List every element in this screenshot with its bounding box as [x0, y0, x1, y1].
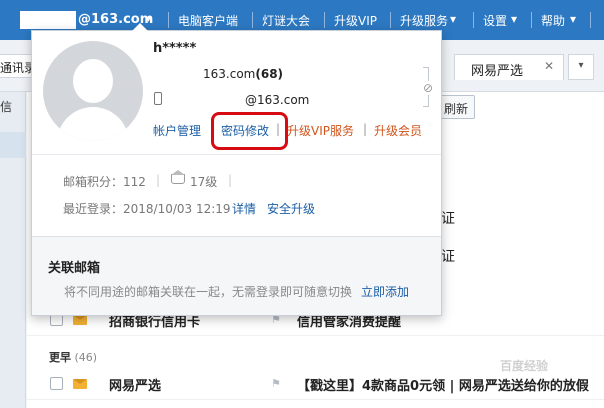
linked-mailbox-title: 关联邮箱 — [48, 261, 101, 276]
chevron-down-icon[interactable]: ▾ — [570, 12, 576, 26]
account-name-redaction — [20, 11, 76, 29]
divider — [590, 12, 591, 28]
divider: | — [228, 173, 233, 187]
row-checkbox[interactable] — [50, 377, 63, 390]
close-icon[interactable]: ✕ — [544, 59, 554, 73]
divider: | — [363, 122, 368, 136]
linked-mailbox-description: 将不同用途的邮箱关联在一起，无需登录即可随意切换 — [64, 285, 353, 299]
flag-icon[interactable]: ⚑ — [271, 377, 281, 390]
avatar-body — [57, 107, 129, 141]
upgrade-member-link[interactable]: 升级会员 — [374, 122, 422, 139]
account-manage-link[interactable]: 帐户管理 — [153, 122, 201, 139]
sidebar: 信 — [0, 92, 26, 408]
secondary-email: @163.com — [245, 93, 310, 107]
divider — [531, 12, 532, 28]
nav-settings[interactable]: 设置 — [483, 12, 507, 29]
nav-desktop-client[interactable]: 电脑客户端 — [178, 12, 238, 29]
nav-help[interactable]: 帮助 — [541, 12, 565, 29]
group-header-earlier: 更早 (46) — [49, 351, 98, 364]
divider: | — [156, 173, 161, 187]
divider — [32, 154, 441, 155]
sidebar-item-selected[interactable] — [0, 132, 26, 158]
username: h***** — [153, 41, 197, 56]
chevron-down-icon[interactable]: ▾ — [450, 12, 456, 26]
mail-subject-partial[interactable]: 证 — [441, 208, 455, 228]
primary-email: 163.com(68) — [203, 67, 284, 81]
nav-upgrade-vip[interactable]: 升级VIP — [334, 12, 377, 29]
nav-upgrade-service[interactable]: 升级服务 — [400, 12, 448, 29]
envelope-icon — [73, 379, 87, 389]
chevron-down-icon[interactable]: ▾ — [511, 12, 517, 26]
tab-contacts[interactable]: 通讯录 — [0, 54, 34, 78]
phone-icon — [154, 92, 162, 105]
sidebar-item-label[interactable]: 信 — [0, 98, 12, 115]
popup-caret — [132, 23, 148, 31]
mail-subject: 【戳这里】4款商品0元领 | 网易严选送给你的放假 — [297, 379, 589, 394]
details-link[interactable]: 详情 — [232, 200, 256, 217]
nav-lantern-riddles[interactable]: 灯谜大会 — [262, 12, 310, 29]
tab-label: 网易严选 — [471, 64, 524, 79]
crown-icon — [171, 170, 185, 184]
divider — [473, 12, 474, 28]
highlight-annotation — [211, 112, 288, 150]
watermark: 百度经验 — [500, 359, 549, 373]
last-login: 最近登录：2018/10/03 12:19 — [63, 202, 231, 216]
linked-mailbox-section: 关联邮箱 将不同用途的邮箱关联在一起，无需登录即可随意切换 立即添加 — [32, 236, 441, 315]
security-upgrade-link[interactable]: 安全升级 — [267, 200, 315, 217]
divider — [390, 12, 391, 28]
divider — [324, 12, 325, 28]
mailbox-score: 邮箱积分：112 — [63, 175, 146, 189]
level: 17级 — [190, 175, 218, 189]
email-redaction — [163, 66, 207, 82]
divider — [168, 12, 169, 28]
avatar[interactable] — [43, 41, 143, 141]
chevron-down-icon[interactable]: ▾ — [568, 54, 594, 80]
add-linked-mailbox-link[interactable]: 立即添加 — [361, 283, 409, 300]
link-icon[interactable]: ⊘ — [423, 81, 434, 95]
mail-subject-partial[interactable]: 证 — [441, 246, 455, 266]
avatar-head — [73, 59, 113, 103]
divider — [252, 12, 253, 28]
envelope-icon — [73, 315, 87, 325]
account-popup: h***** 163.com(68) @163.com ⊘ 帐户管理 密码修改 … — [31, 23, 442, 316]
mail-sender: 网易严选 — [109, 379, 162, 394]
upgrade-vip-link[interactable]: 升级VIP服务 — [287, 122, 354, 139]
